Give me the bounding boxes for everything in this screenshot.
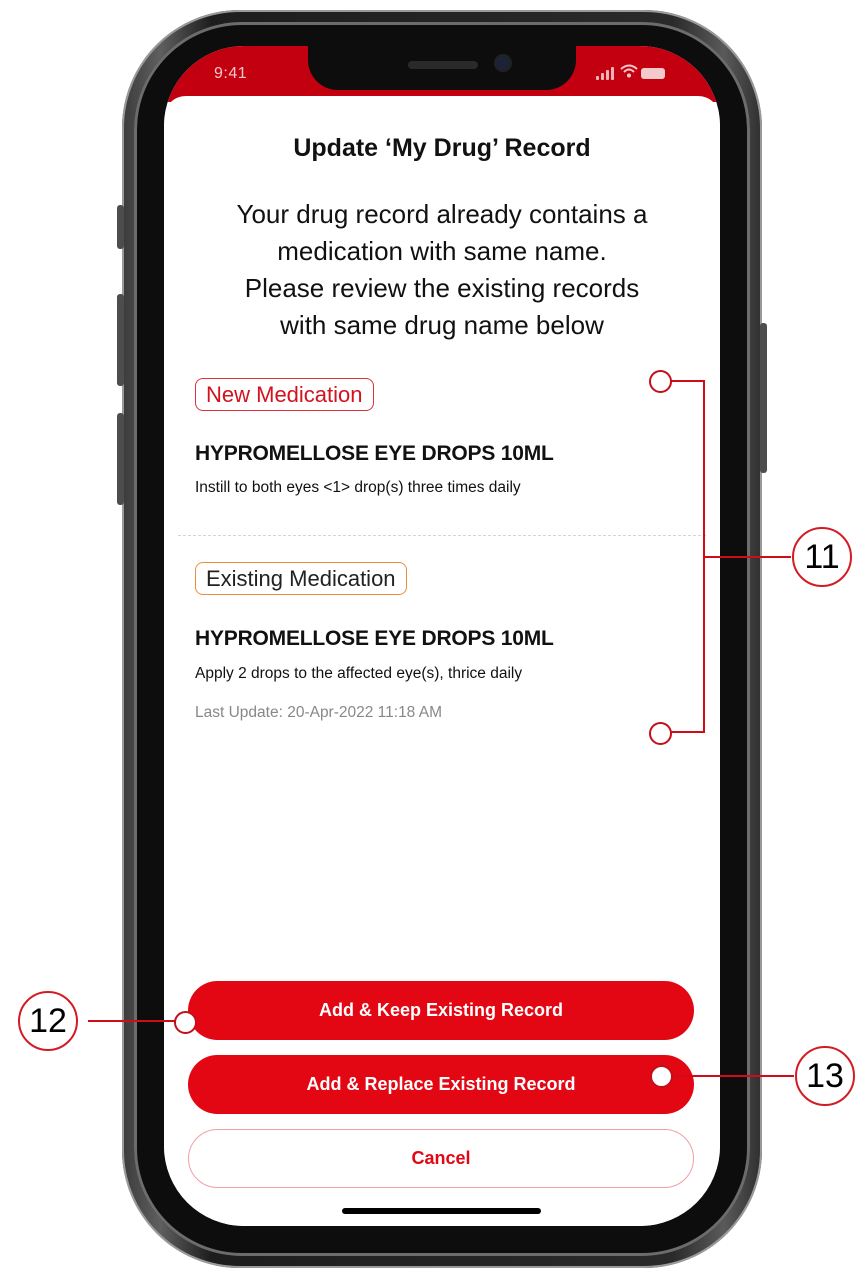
existing-medication-instructions: Apply 2 drops to the affected eye(s), th…: [195, 665, 523, 682]
existing-medication-tag: Existing Medication: [195, 562, 407, 595]
existing-medication-name: HYPROMELLOSE EYE DROPS 10ML: [195, 627, 554, 650]
volume-up-button: [117, 294, 124, 386]
status-time: 9:41: [214, 65, 248, 82]
annotation-12-leader: [88, 1020, 184, 1022]
front-camera: [496, 56, 510, 70]
dialog-intro: Your drug record already contains a medi…: [184, 196, 700, 344]
annotation-11-bracket-top: [669, 380, 705, 382]
new-medication-name: HYPROMELLOSE EYE DROPS 10ML: [195, 442, 554, 465]
intro-line: medication with same name.: [277, 236, 607, 266]
annotation-13-label: 13: [795, 1046, 855, 1106]
annotation-11-label: 11: [792, 527, 852, 587]
annotation-12-label: 12: [18, 991, 78, 1051]
cancel-button[interactable]: Cancel: [188, 1129, 694, 1188]
phone-screen: 9:41 Update ‘My Drug’ Record Your drug r…: [164, 46, 720, 1226]
last-update-text: Last Update: 20-Apr-2022 11:18 AM: [195, 704, 443, 721]
annotation-11-bottom-marker: [649, 722, 672, 745]
annotation-11-leader: [705, 556, 791, 558]
annotation-13-marker: [650, 1065, 673, 1088]
add-replace-existing-button[interactable]: Add & Replace Existing Record: [188, 1055, 694, 1114]
new-medication-instructions: Instill to both eyes <1> drop(s) three t…: [195, 479, 521, 496]
home-indicator: [342, 1208, 541, 1214]
new-medication-tag: New Medication: [195, 378, 374, 411]
annotation-11-top-marker: [649, 370, 672, 393]
annotation-11-bracket-bottom: [669, 731, 705, 733]
power-button: [760, 323, 767, 473]
intro-line: Please review the existing records: [244, 273, 640, 303]
volume-down-button: [117, 413, 124, 505]
add-keep-existing-button[interactable]: Add & Keep Existing Record: [188, 981, 694, 1040]
status-icons: [596, 64, 668, 82]
annotation-12-marker: [174, 1011, 197, 1034]
intro-line: with same drug name below: [280, 310, 604, 340]
wifi-icon: [620, 64, 638, 82]
intro-line: Your drug record already contains a: [236, 199, 648, 229]
signal-icon: [596, 66, 614, 80]
annotation-13-leader: [662, 1075, 794, 1077]
battery-icon: [641, 68, 665, 79]
mute-switch: [117, 205, 124, 249]
dialog-title: Update ‘My Drug’ Record: [293, 134, 591, 162]
speaker-grille: [408, 61, 478, 69]
section-divider: [178, 535, 706, 536]
